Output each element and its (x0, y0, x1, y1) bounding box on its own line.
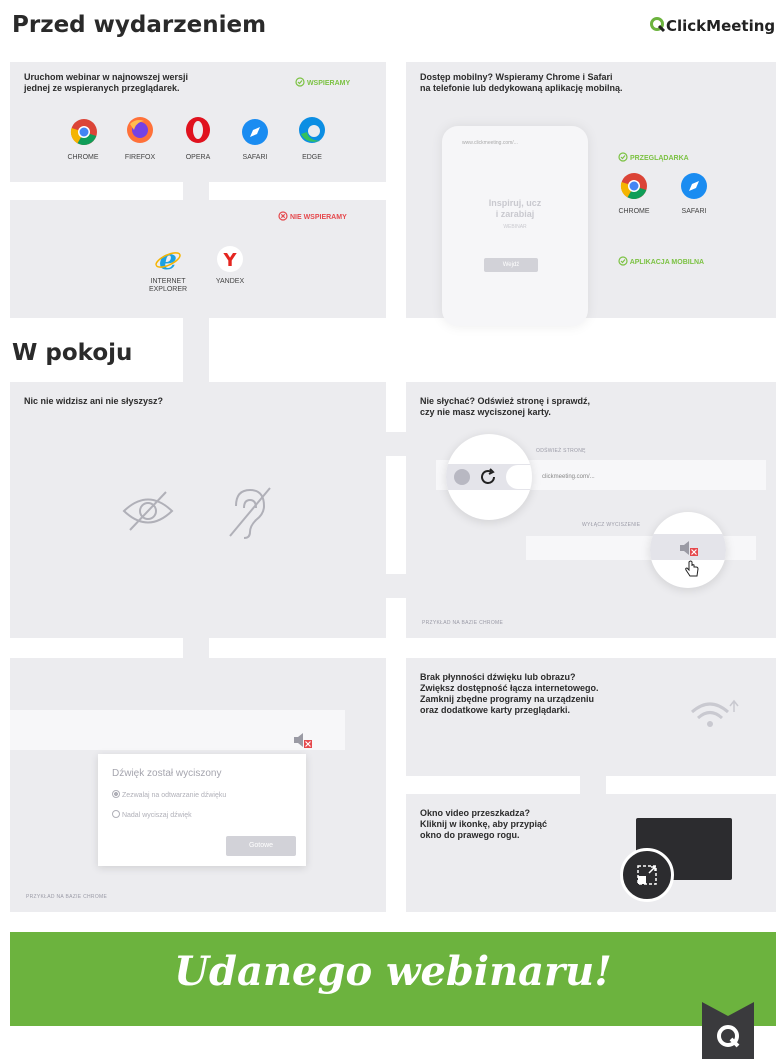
check-circle-icon (618, 152, 628, 162)
pip-icon (637, 865, 657, 885)
supported-browsers-panel: Uruchom webinar w najnowszej wersji jedn… (10, 62, 386, 182)
connector (183, 638, 209, 658)
success-banner: Udanego webinaru! (10, 932, 776, 1026)
brand-name: ClickMeeting (666, 17, 776, 35)
browser-label-safari: SAFARI (242, 154, 268, 161)
refresh-zoom-circle (446, 434, 532, 520)
mobile-label-chrome: CHROME (618, 208, 650, 215)
lag-panel: Brak płynności dźwięku lub obrazu? Zwięk… (406, 658, 776, 776)
firefox-icon (127, 117, 153, 143)
clickmeeting-bookmark (702, 1002, 754, 1059)
connector (183, 182, 209, 200)
internet-explorer-icon: e (155, 245, 181, 273)
safari-icon (681, 173, 707, 199)
mobile-browser-badge: PRZEGLĄDARKA (618, 152, 689, 162)
browser-label-yandex: YANDEX (215, 278, 245, 285)
yandex-icon: Y (217, 246, 243, 272)
browser-label-edge: EDGE (302, 154, 322, 161)
phone-mockup: www.clickmeeting.com/... Inspiruj, ucz i… (442, 126, 588, 326)
video-panel: Okno video przeszkadza? Kliknij w ikonkę… (406, 794, 776, 912)
phone-enter-button[interactable]: Wejdź (484, 258, 538, 272)
phone-tagline: Inspiruj, ucz i zarabiaj (488, 198, 542, 219)
x-circle-icon (278, 211, 288, 221)
svg-text:e: e (159, 245, 177, 273)
lag-text: Brak płynności dźwięku lub obrazu? Zwięk… (420, 672, 599, 715)
muted-dialog-panel: Dźwięk został wyciszony Zezwalaj na odtw… (10, 658, 386, 912)
unmute-zoom-circle (650, 512, 726, 588)
connector (580, 776, 606, 794)
url-text: clickmeeting.com/... (542, 474, 595, 480)
edge-icon (299, 117, 325, 143)
dialog-caption: PRZYKŁAD NA BAZIE CHROME (26, 894, 108, 900)
svg-text:Y: Y (222, 250, 237, 271)
muted-speaker-icon (294, 733, 312, 748)
banner-text: Udanego webinaru! (174, 948, 612, 995)
radio-checked-icon (112, 790, 120, 798)
wifi-icon (691, 699, 739, 727)
video-text: Okno video przeszkadza? Kliknij w ikonkę… (420, 808, 548, 840)
no-sound-text: Nie słychać? Odśwież stronę i sprawdź, c… (420, 396, 591, 417)
muted-speaker-icon[interactable] (678, 538, 700, 558)
eye-off-icon (122, 491, 174, 531)
phone-url: www.clickmeeting.com/... (462, 140, 518, 146)
unsupported-badge: NIE WSPIERAMY (278, 211, 347, 221)
hand-cursor-icon (685, 560, 699, 577)
no-av-panel: Nic nie widzisz ani nie słyszysz? (10, 382, 386, 638)
no-sound-caption: PRZYKŁAD NA BAZIE CHROME (422, 620, 504, 626)
check-circle-icon (295, 77, 305, 87)
option-allow-label: Zezwalaj na odtwarzanie dźwięku (121, 792, 227, 799)
browser-label-opera: OPERA (185, 154, 211, 161)
supported-badge: WSPIERAMY (295, 77, 350, 87)
chrome-icon (620, 173, 647, 200)
refresh-label: ODŚWIEŻ STRONĘ (536, 448, 586, 454)
mute-dialog: Dźwięk został wyciszony Zezwalaj na odtw… (98, 754, 306, 866)
unmute-label: WYŁĄCZ WYCISZENIE (582, 522, 641, 528)
brand-logo: ClickMeeting (650, 17, 775, 35)
dialog-option-allow[interactable]: Zezwalaj na odtwarzanie dźwięku (112, 790, 226, 799)
chrome-icon (70, 119, 97, 146)
dialog-option-mute[interactable]: Nadal wyciszaj dźwięk (112, 810, 192, 819)
check-circle-icon (618, 256, 628, 266)
option-mute-label: Nadal wyciszaj dźwięk (121, 812, 192, 819)
browser-label-chrome: CHROME (67, 154, 99, 161)
mobile-access-panel: Dostęp mobilny? Wspieramy Chrome i Safar… (406, 62, 776, 326)
mobile-text: Dostęp mobilny? Wspieramy Chrome i Safar… (420, 72, 623, 93)
mobile-browser-badge-label: PRZEGLĄDARKA (629, 155, 689, 162)
unsupported-browsers-panel: NIE WSPIERAMY e Y INTERNET EXPLORER YAND… (10, 200, 386, 318)
clickmeeting-bookmark-icon (702, 1002, 754, 1059)
no-av-text: Nic nie widzisz ani nie słyszysz? (24, 396, 164, 406)
dialog-done-button[interactable]: Gotowe (226, 836, 296, 856)
mobile-app-badge-label: APLIKACJA MOBILNA (629, 259, 705, 266)
radio-unchecked-icon (112, 810, 120, 818)
mobile-label-safari: SAFARI (681, 208, 707, 215)
dialog-title: Dźwięk został wyciszony (112, 768, 222, 779)
ear-off-icon (229, 487, 271, 539)
opera-icon (186, 117, 210, 143)
no-sound-panel: Nie słychać? Odśwież stronę i sprawdź, c… (406, 382, 776, 638)
mobile-app-badge: APLIKACJA MOBILNA (618, 256, 704, 266)
refresh-icon[interactable] (478, 467, 498, 487)
phone-sub: WEBINAR (503, 224, 527, 230)
connector (386, 432, 406, 456)
browser-label-ie: INTERNET EXPLORER (148, 278, 188, 293)
section-title-room: W pokoju (12, 340, 133, 366)
connector (386, 574, 406, 598)
supported-text: Uruchom webinar w najnowszej wersji jedn… (24, 72, 189, 93)
browser-label-firefox: FIREFOX (124, 154, 156, 161)
section-title-before: Przed wydarzeniem (12, 12, 267, 38)
supported-badge-label: WSPIERAMY (306, 80, 351, 87)
unsupported-badge-label: NIE WSPIERAMY (289, 214, 347, 221)
safari-icon (242, 119, 268, 145)
clickmeeting-logo-icon (650, 17, 666, 33)
pin-video-button[interactable] (620, 848, 674, 902)
connector (183, 318, 209, 382)
